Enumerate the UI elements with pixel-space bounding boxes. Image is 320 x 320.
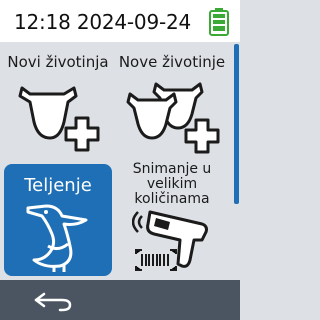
back-arrow-icon[interactable] xyxy=(30,290,76,312)
bottom-bar xyxy=(0,280,240,320)
tile-new-animals[interactable]: Nove životinje xyxy=(116,44,228,162)
scrollbar-thumb[interactable] xyxy=(234,44,239,204)
tile-label: Snimanje u velikim količinama xyxy=(132,161,212,207)
tile-calving[interactable]: Teljenje xyxy=(2,162,114,276)
tile-label: Nove životinje xyxy=(118,53,226,71)
tile-label: Teljenje xyxy=(24,175,92,196)
date: 2024-09-24 xyxy=(76,10,192,34)
tile-bulk-scan[interactable]: Snimanje u velikim količinama xyxy=(116,158,228,276)
time: 12:18 xyxy=(14,10,71,34)
status-bar: 12:18 2024-09-24 xyxy=(0,0,240,42)
date-time: 12:18 2024-09-24 xyxy=(14,10,191,34)
tile-new-animal[interactable]: Novi životinja xyxy=(2,44,114,162)
cow-head-add-icon xyxy=(18,86,100,152)
battery-full-icon xyxy=(209,8,229,36)
stork-icon xyxy=(26,204,88,272)
cow-heads-add-icon xyxy=(126,82,220,154)
tile-label: Novi životinja xyxy=(7,53,109,71)
barcode-scanner-icon xyxy=(132,210,208,271)
